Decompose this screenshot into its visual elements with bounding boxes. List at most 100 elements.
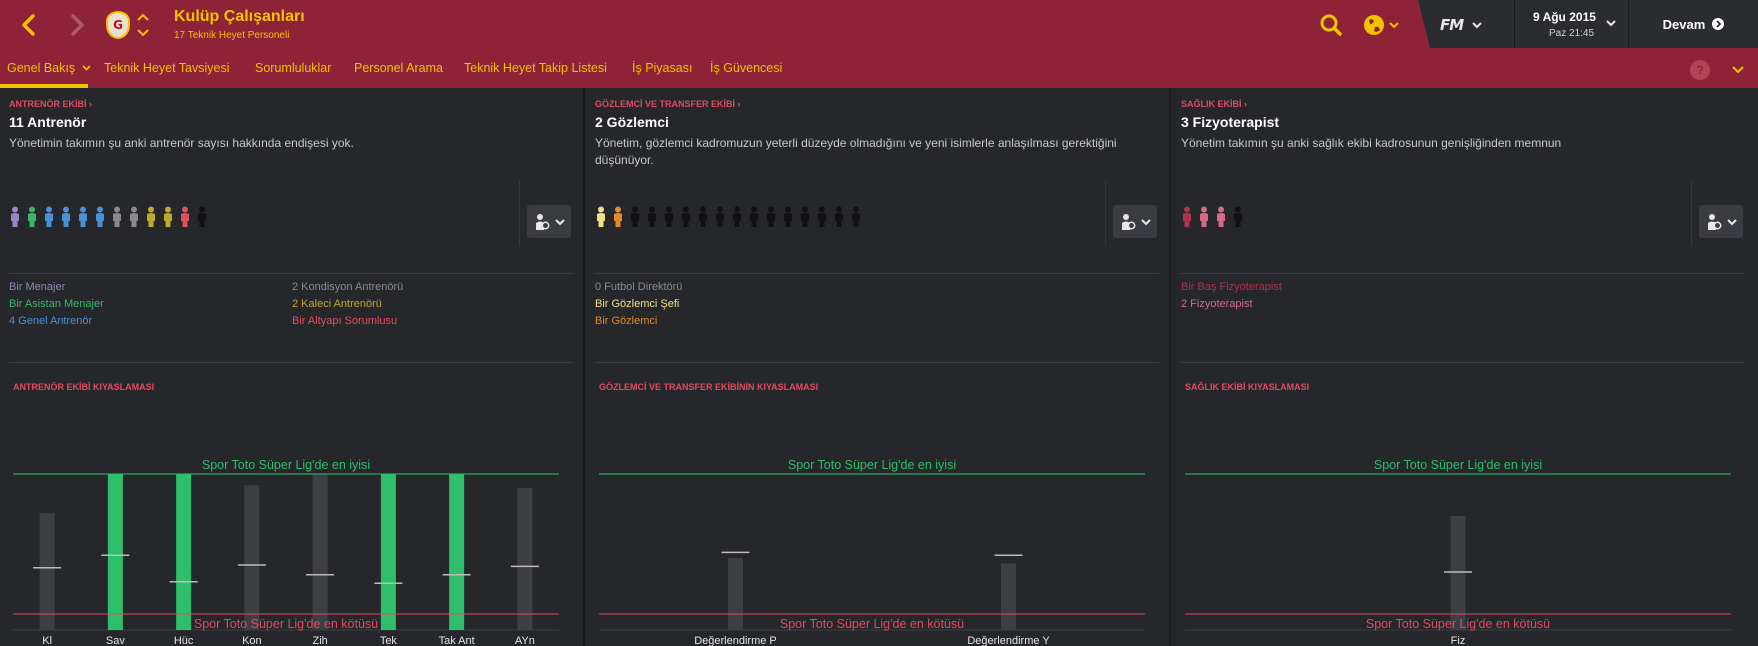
staff-role-menu-button[interactable] <box>1699 205 1743 238</box>
board-opinion-text: Yönetim, gözlemci kadromuzun yeterli düz… <box>595 136 1117 167</box>
x-tick-label: Fiz <box>1451 635 1466 646</box>
comparison-bar[interactable] <box>728 558 743 630</box>
coaching-staff-panel: ANTRENÖR EKİBİ › 11 Antrenör Yönetimin t… <box>0 88 584 646</box>
staff-count-title: 2 Gözlemci <box>595 114 669 130</box>
staff-role-list: 0 Futbol Direktörü Bir Gözlemci Şefi Bir G… <box>595 281 1155 337</box>
tab-menu-button[interactable] <box>1730 63 1746 77</box>
staff-role-menu-button[interactable] <box>527 205 571 238</box>
staff-person-icon <box>614 206 622 227</box>
staff-role-item[interactable]: Bir Asistan Menajer <box>9 298 104 310</box>
comparison-bar[interactable] <box>449 474 465 630</box>
x-tick-label: Sav <box>106 635 125 646</box>
staff-count-title: 3 Fizyoterapist <box>1181 114 1280 130</box>
tab-staff-advice[interactable]: Teknik Heyet Tavsiyesi <box>104 61 230 75</box>
tab-job-market[interactable]: İş Piyasası <box>632 61 692 75</box>
staff-person-icon <box>597 206 605 227</box>
continue-label: Devam <box>1662 16 1706 32</box>
staff-comparison-chart: Kl Sav Hüc Kon Zih Tek Tak Ant AYn Spor Toto Süp… <box>13 458 559 646</box>
tab-staff-shortlist[interactable]: Teknik Heyet Takip Listesi <box>464 61 607 75</box>
date-button[interactable]: 9 Ağu 2015 Paz 21:45 <box>1515 0 1625 48</box>
staff-role-menu-button[interactable] <box>1113 205 1157 238</box>
board-opinion-text: Yönetimin takımın şu anki antrenör sayıs… <box>9 136 354 150</box>
search-icon <box>1320 14 1342 36</box>
page-title: Kulüp Çalışanları <box>174 8 305 25</box>
forward-button[interactable] <box>64 9 90 41</box>
staff-role-item[interactable]: Bir Baş Fizyoterapist <box>1181 281 1282 293</box>
staff-role-icon <box>1707 213 1721 230</box>
staff-person-icon <box>79 206 87 227</box>
chevron-down-icon <box>1606 20 1616 27</box>
comparison-label: SAĞLIK EKİBİ KIYASLAMASI <box>1185 382 1310 392</box>
current-date: 9 Ağu 2015 <box>1533 10 1596 24</box>
staff-role-item[interactable]: Bir Altyapı Sorumlusu <box>292 315 397 327</box>
x-tick-label: Değerlendirme P <box>694 635 777 646</box>
staff-role-item[interactable]: Bir Gözlemci <box>595 315 657 327</box>
staff-person-icon <box>767 206 775 227</box>
chevron-down-icon <box>1140 218 1151 225</box>
x-tick-label: Zih <box>312 635 327 646</box>
staff-role-item[interactable]: 0 Futbol Direktörü <box>595 281 682 293</box>
comparison-label: ANTRENÖR EKİBİ KIYASLAMASI <box>13 382 155 392</box>
tab-label: Genel Bakış <box>7 61 76 75</box>
x-tick-label: Değerlendirme Y <box>967 635 1050 646</box>
globe-icon <box>1364 15 1399 35</box>
staff-role-item[interactable]: Bir Menajer <box>9 281 65 293</box>
comparison-bar[interactable] <box>1001 563 1016 630</box>
fm-menu-button[interactable]: FM <box>1440 15 1500 35</box>
tab-overview[interactable]: Genel Bakış <box>7 61 91 75</box>
staff-role-icon <box>1121 213 1135 230</box>
comparison-bar[interactable] <box>39 513 55 630</box>
staff-role-item[interactable]: Bir Gözlemci Şefi <box>595 298 679 310</box>
game-status-area: FM 9 Ağu 2015 Paz 21:45 Devam <box>1418 0 1758 50</box>
league-worst-label: Spor Toto Süper Lig'de en kötüsü <box>1366 617 1550 631</box>
staff-person-icon <box>62 206 70 227</box>
staff-person-icon <box>198 206 206 227</box>
club-stepper[interactable] <box>136 12 150 38</box>
staff-person-icon <box>113 206 121 227</box>
league-best-label: Spor Toto Süper Lig'de en iyisi <box>1374 458 1542 472</box>
section-link[interactable]: ANTRENÖR EKİBİ › <box>9 99 92 109</box>
comparison-bar[interactable] <box>244 485 260 630</box>
comparison-bar[interactable] <box>312 474 328 630</box>
medical-staff-panel: SAĞLIK EKİBİ › 3 Fizyoterapist Yönetim t… <box>1172 88 1756 646</box>
chevron-down-icon <box>554 218 565 225</box>
staff-role-item[interactable]: 2 Kaleci Antrenörü <box>292 298 382 310</box>
staff-role-item[interactable]: 2 Kondisyon Antrenörü <box>292 281 403 293</box>
staff-person-icon <box>181 206 189 227</box>
staff-count-title: 11 Antrenör <box>9 114 87 130</box>
x-tick-label: AYn <box>515 635 535 646</box>
chevron-down-icon <box>1472 22 1482 29</box>
section-link[interactable]: GÖZLEMCİ VE TRANSFER EKİBİ › <box>595 99 741 109</box>
staff-person-icon <box>733 206 741 227</box>
world-menu-button[interactable] <box>1362 12 1404 38</box>
staff-role-item[interactable]: 2 Fizyoterapist <box>1181 298 1253 310</box>
comparison-bar[interactable] <box>176 474 192 630</box>
tab-responsibilities[interactable]: Sorumluluklar <box>255 61 331 75</box>
staff-comparison-chart: Değerlendirme P Değerlendirme YSpor Toto … <box>599 458 1145 646</box>
comparison-bar[interactable] <box>517 488 533 630</box>
back-button[interactable] <box>16 9 42 41</box>
x-tick-label: Kon <box>242 635 262 646</box>
comparison-bar[interactable] <box>1450 516 1466 630</box>
club-badge[interactable]: G <box>106 11 130 39</box>
comparison-label: GÖZLEMCİ VE TRANSFER EKİBİNİN KIYASLAMAS… <box>599 382 819 392</box>
staff-person-icon <box>96 206 104 227</box>
help-button[interactable]: ? <box>1690 60 1710 80</box>
staff-person-icon <box>784 206 792 227</box>
section-label: ANTRENÖR EKİBİ <box>9 99 87 109</box>
tab-staff-search[interactable]: Personel Arama <box>354 61 443 75</box>
staff-person-icon <box>716 206 724 227</box>
comparison-bar[interactable] <box>107 474 123 630</box>
scouting-staff-panel: GÖZLEMCİ VE TRANSFER EKİBİ › 2 Gözlemci … <box>586 88 1170 646</box>
tab-job-security[interactable]: İş Güvencesi <box>710 61 782 75</box>
staff-role-item[interactable]: 4 Genel Antrenör <box>9 315 92 327</box>
club-badge-letter: G <box>113 18 123 32</box>
section-link[interactable]: SAĞLIK EKİBİ › <box>1181 99 1247 109</box>
staff-person-icon <box>130 206 138 227</box>
search-button[interactable] <box>1318 12 1344 38</box>
continue-button[interactable]: Devam <box>1630 0 1758 48</box>
staff-person-icon <box>164 206 172 227</box>
top-bar: G Kulüp Çalışanları 17 Teknik Heyet Pers… <box>0 0 1758 50</box>
comparison-bar[interactable] <box>380 474 396 630</box>
league-best-label: Spor Toto Süper Lig'de en iyisi <box>202 458 370 472</box>
